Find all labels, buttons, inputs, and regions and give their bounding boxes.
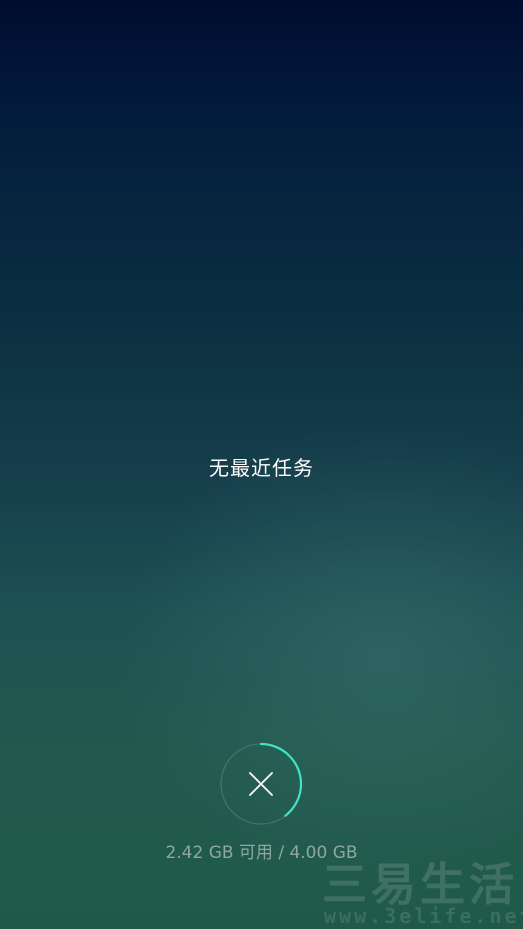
site-watermark: 三易生活 www.3elife.net [318,858,523,929]
memory-ring-icon [219,742,303,826]
close-icon [249,772,273,796]
watermark-url-text: www.3elife.net [324,904,523,928]
no-recent-tasks-label: 无最近任务 [209,456,314,480]
watermark-logo-text: 三易生活 [322,858,519,911]
clear-all-button[interactable] [219,742,303,826]
